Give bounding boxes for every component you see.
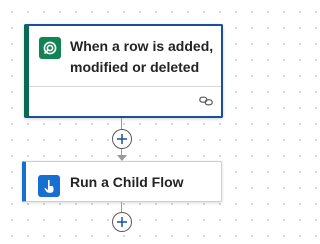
- trigger-footer: [29, 87, 221, 116]
- plus-icon: [117, 217, 127, 227]
- action-card[interactable]: Run a Child Flow: [22, 161, 222, 202]
- action-title: Run a Child Flow: [70, 174, 184, 190]
- dataverse-icon: [39, 37, 61, 59]
- add-step-button[interactable]: [112, 212, 132, 232]
- trigger-title: When a row is added, modified or deleted: [70, 38, 214, 75]
- plus-icon: [117, 134, 127, 144]
- child-flow-icon: [38, 175, 60, 197]
- trigger-card[interactable]: When a row is added, modified or deleted: [24, 24, 223, 118]
- connector-line: [121, 202, 122, 212]
- connector-line: [121, 118, 122, 129]
- add-step-button[interactable]: [112, 129, 132, 149]
- link-icon[interactable]: [199, 96, 213, 106]
- trigger-header[interactable]: When a row is added, modified or deleted: [29, 26, 221, 87]
